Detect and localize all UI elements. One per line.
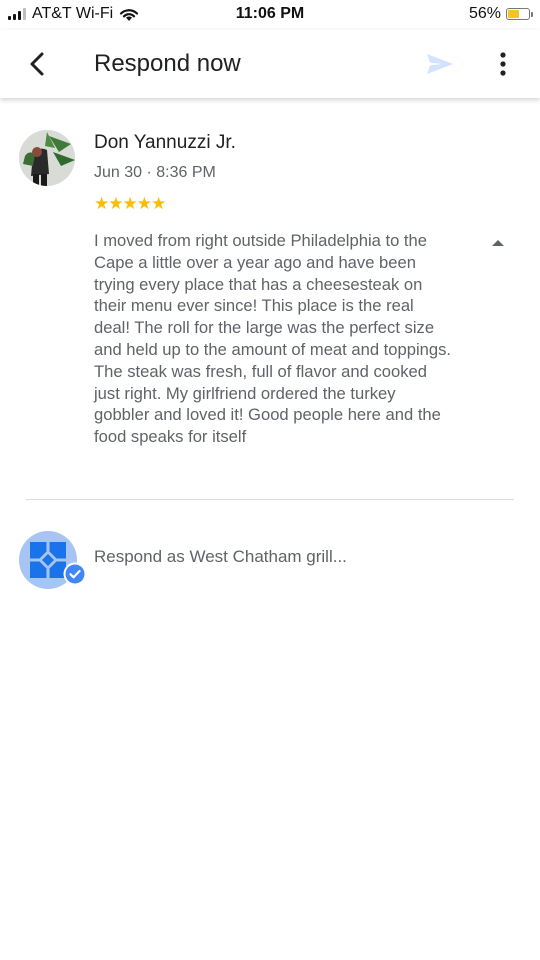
chevron-left-icon[interactable] bbox=[24, 50, 52, 78]
status-right: 56% bbox=[468, 5, 533, 23]
send-icon[interactable] bbox=[425, 52, 455, 76]
status-bar: AT&T Wi-Fi 11:06 PM 56% bbox=[0, 0, 540, 30]
status-time: 11:06 PM bbox=[235, 5, 305, 22]
star-rating: ★★★★★ bbox=[94, 194, 166, 213]
reviewer-photo-icon bbox=[19, 130, 75, 186]
more-vert-icon[interactable] bbox=[494, 50, 512, 78]
battery-icon bbox=[506, 8, 533, 20]
verified-check-icon bbox=[63, 562, 87, 586]
battery-percent: 56% bbox=[468, 5, 501, 22]
avatar[interactable] bbox=[19, 130, 75, 186]
review-text: I moved from right outside Philadelphia … bbox=[94, 231, 452, 447]
app-bar: Respond now bbox=[0, 30, 540, 98]
page-title: Respond now bbox=[94, 50, 241, 77]
divider bbox=[26, 499, 514, 500]
response-input[interactable] bbox=[94, 547, 514, 567]
review-date: Jun 30 · 8:36 PM bbox=[94, 164, 216, 181]
collapse-arrow-icon[interactable] bbox=[490, 236, 506, 248]
reviewer-name: Don Yannuzzi Jr. bbox=[94, 132, 236, 153]
